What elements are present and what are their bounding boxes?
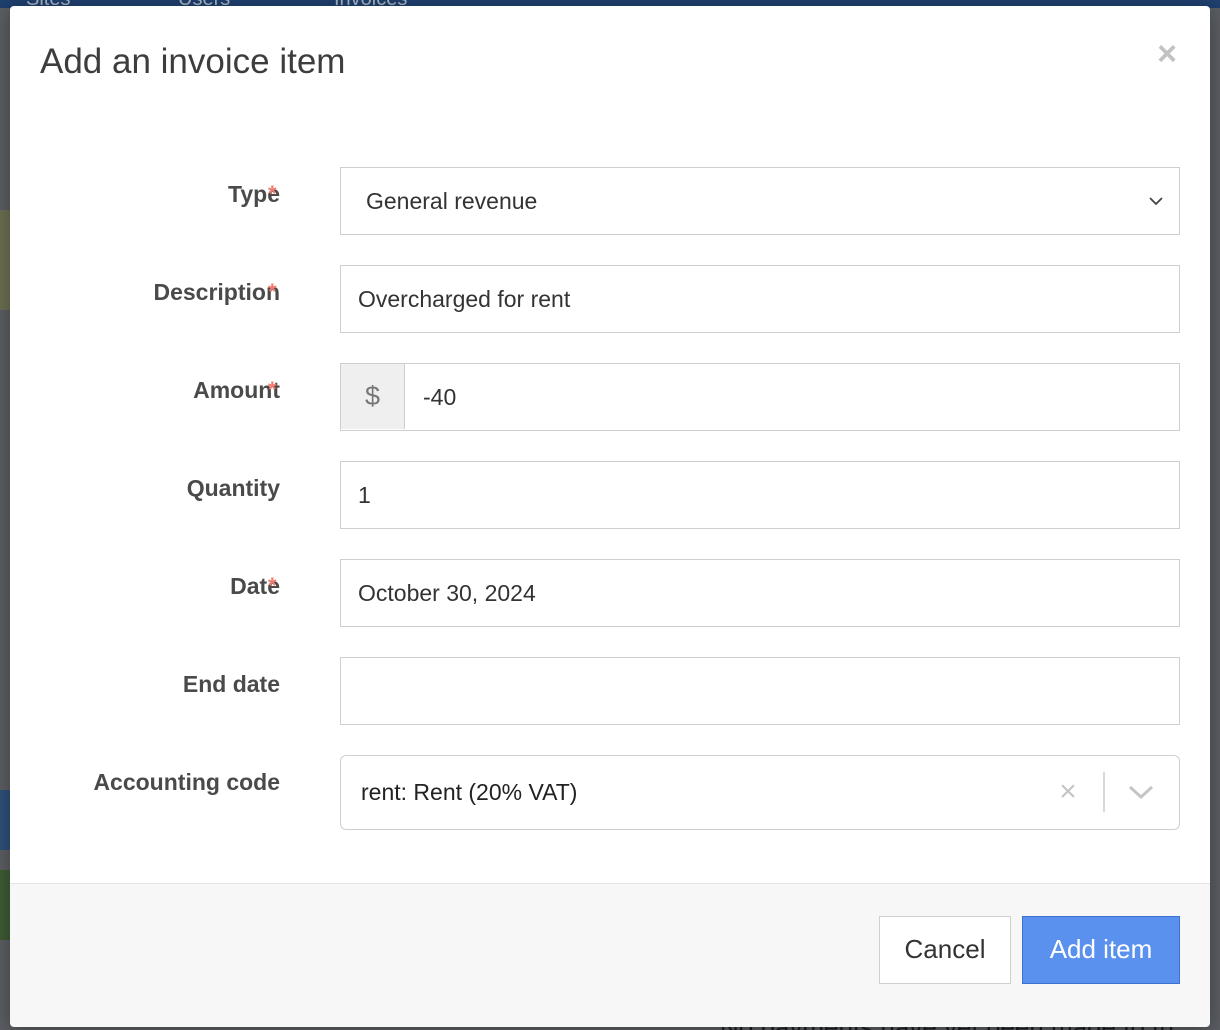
quantity-row: Quantity 1: [10, 461, 1210, 529]
end-date-row: End date: [10, 657, 1210, 725]
required-asterisk: *: [268, 181, 277, 206]
end-date-label: End date: [182, 671, 280, 697]
required-asterisk: *: [268, 279, 277, 304]
type-select[interactable]: General revenue: [340, 167, 1180, 235]
bg-stripe-blue: [0, 790, 10, 850]
add-invoice-item-modal: Add an invoice item × Type * General rev…: [10, 6, 1210, 1027]
modal-footer: Cancel Add item: [10, 883, 1210, 1027]
description-value: Overcharged for rent: [358, 286, 571, 312]
description-label: Description: [153, 279, 280, 305]
accounting-code-label: Accounting code: [93, 769, 280, 795]
required-asterisk: *: [268, 573, 277, 598]
description-row: Description * Overcharged for rent: [10, 265, 1210, 333]
amount-row: Amount * $ -40: [10, 363, 1210, 431]
cancel-button[interactable]: Cancel: [879, 916, 1011, 984]
amount-value: -40: [423, 384, 457, 410]
accounting-code-select[interactable]: rent: Rent (20% VAT) ×: [340, 755, 1180, 830]
end-date-input[interactable]: [340, 657, 1180, 725]
modal-title: Add an invoice item: [40, 42, 346, 81]
type-row: Type * General revenue: [10, 167, 1210, 235]
amount-input-group: $ -40: [340, 363, 1180, 431]
chevron-down-icon: [1149, 197, 1163, 206]
date-value: October 30, 2024: [358, 580, 536, 606]
indicator-separator: [1103, 772, 1105, 812]
date-input[interactable]: October 30, 2024: [340, 559, 1180, 627]
quantity-input[interactable]: 1: [340, 461, 1180, 529]
add-item-button[interactable]: Add item: [1022, 916, 1180, 984]
bg-stripe-green: [0, 870, 10, 940]
amount-label: Amount: [193, 377, 280, 403]
accounting-code-value: rent: Rent (20% VAT): [361, 779, 578, 805]
bg-stripe-olive: [0, 210, 10, 310]
chevron-down-icon[interactable]: [1128, 784, 1154, 800]
accounting-code-row: Accounting code rent: Rent (20% VAT) ×: [10, 755, 1210, 830]
quantity-label: Quantity: [186, 475, 280, 501]
currency-addon: $: [341, 364, 405, 429]
close-icon[interactable]: ×: [1152, 36, 1182, 72]
type-select-value: General revenue: [366, 188, 538, 214]
amount-input[interactable]: -40: [406, 364, 1179, 430]
clear-icon[interactable]: ×: [1053, 774, 1083, 810]
quantity-value: 1: [358, 482, 371, 508]
date-row: Date * October 30, 2024: [10, 559, 1210, 627]
required-asterisk: *: [268, 377, 277, 402]
description-input[interactable]: Overcharged for rent: [340, 265, 1180, 333]
